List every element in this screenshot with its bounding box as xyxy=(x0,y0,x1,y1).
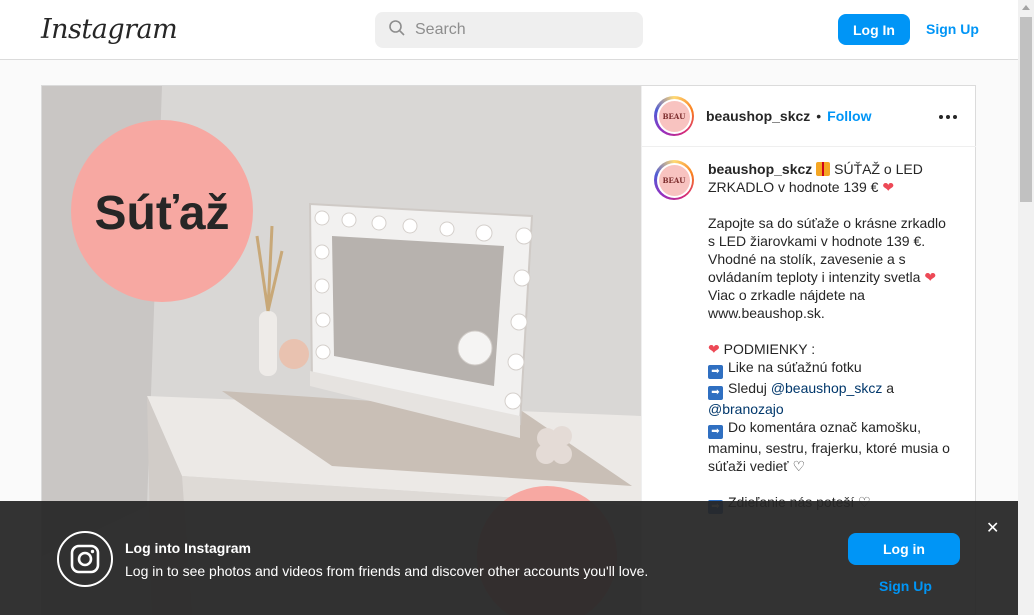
scroll-thumb[interactable] xyxy=(1020,17,1032,202)
caption-text: beaushop_skcz SÚŤAŽ o LED ZRKADLO v hodn… xyxy=(708,160,953,514)
more-options-icon[interactable] xyxy=(939,115,957,119)
heart-icon: ❤ xyxy=(882,179,895,195)
caption-line: Vhodné na stolík, zavesenie a s xyxy=(708,251,906,267)
login-banner: Log into Instagram Log in to see photos … xyxy=(0,501,1018,615)
post-header: BEAU beaushop_skcz • Follow xyxy=(642,86,976,147)
post-caption: BEAU beaushop_skcz SÚŤAŽ o LED ZRKADLO v… xyxy=(642,147,976,514)
heart-icon: ❤ xyxy=(708,341,720,357)
login-button[interactable]: Log In xyxy=(838,14,910,45)
conjunction-text: a xyxy=(886,380,895,396)
follow-button[interactable]: Follow xyxy=(827,108,871,124)
top-navigation-bar: Instagram Log In Sign Up xyxy=(0,0,1018,60)
signup-link[interactable]: Sign Up xyxy=(926,21,979,37)
conditions-title: PODMIENKY : xyxy=(723,341,816,357)
page-scrollbar[interactable] xyxy=(1018,0,1034,615)
caption-line: Zapojte sa do súťaže o krásne zrkadlo xyxy=(708,215,946,231)
heart-outline-icon: ♡ xyxy=(792,458,805,474)
avatar-text: BEAU xyxy=(658,100,690,132)
instagram-icon xyxy=(57,531,113,587)
arrow-right-icon: ➡ xyxy=(708,425,723,439)
caption-avatar-text: BEAU xyxy=(658,164,690,196)
banner-login-button[interactable]: Log in xyxy=(848,533,960,565)
mention-link[interactable]: @beaushop_skcz xyxy=(771,380,883,396)
gift-icon xyxy=(816,162,831,176)
image-overlay-text: Súťaž xyxy=(94,187,229,240)
scroll-up-arrow-icon[interactable] xyxy=(1022,5,1030,10)
condition-item: Like na súťažnú fotku xyxy=(728,359,862,375)
caption-line: s LED žiarovkami v hodnote 139 €. xyxy=(708,233,926,249)
close-icon[interactable]: ✕ xyxy=(986,518,999,538)
banner-title: Log into Instagram xyxy=(125,540,251,556)
caption-line: Viac o zrkadle nájdete na xyxy=(708,287,865,303)
banner-signup-link[interactable]: Sign Up xyxy=(879,578,932,594)
search-box[interactable] xyxy=(375,12,643,48)
caption-line: www.beaushop.sk. xyxy=(708,305,825,321)
post-username[interactable]: beaushop_skcz xyxy=(706,108,810,124)
search-input[interactable] xyxy=(415,21,615,39)
caption-line: ovládaním teploty i intenzity svetla xyxy=(708,269,921,285)
mention-link[interactable]: @branozajo xyxy=(708,401,784,417)
arrow-right-icon: ➡ xyxy=(708,365,723,379)
avatar[interactable]: BEAU xyxy=(654,96,694,136)
arrow-right-icon: ➡ xyxy=(708,386,723,400)
banner-text: Log in to see photos and videos from fri… xyxy=(125,563,649,579)
condition-item: Sleduj xyxy=(728,380,767,396)
instagram-logo[interactable]: Instagram xyxy=(41,14,178,45)
caption-avatar[interactable]: BEAU xyxy=(654,160,694,200)
condition-item: Do komentára označ kamošku, maminu, sest… xyxy=(708,419,950,474)
separator-dot: • xyxy=(816,108,822,124)
caption-username[interactable]: beaushop_skcz xyxy=(708,161,812,177)
search-icon xyxy=(389,19,405,41)
heart-icon: ❤ xyxy=(924,269,937,285)
